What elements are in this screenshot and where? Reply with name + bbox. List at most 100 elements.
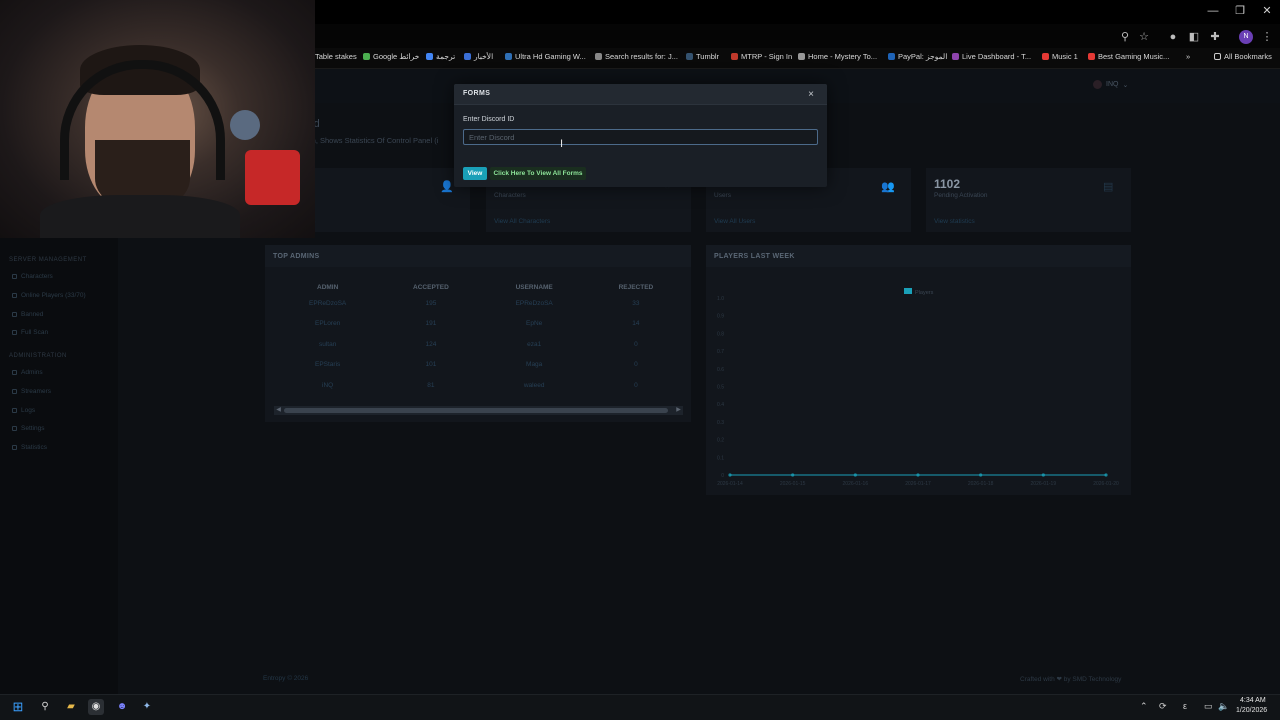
bookmark-item[interactable]: Google خرائط [363, 52, 419, 61]
panel-title: TOP ADMINS [265, 245, 691, 267]
bookmark-item[interactable]: Live Dashboard - T... [952, 52, 1031, 61]
bookmark-item[interactable]: MTRP - Sign In [731, 52, 792, 61]
network-icon[interactable]: ▭ [1204, 701, 1213, 712]
volume-icon[interactable]: 🔈 [1218, 701, 1229, 712]
stat-card-link[interactable]: View statistics [934, 218, 975, 225]
table-cell: 33 [632, 299, 640, 307]
steam-icon[interactable]: ✦ [139, 699, 155, 715]
table-cell: 14 [632, 320, 640, 328]
bookmark-favicon-icon [1088, 53, 1095, 60]
sidebar-item-characters[interactable]: Characters [12, 273, 53, 280]
menu-kebab-icon[interactable]: ⋮ [1260, 30, 1274, 44]
stat-card-label: Pending Activation [934, 192, 988, 199]
sidebar-item-streamers[interactable]: Streamers [12, 388, 51, 395]
close-icon[interactable]: × [805, 89, 817, 101]
table-cell: EpNe [526, 320, 543, 328]
x-tick-label: 2026-01-20 [1093, 481, 1119, 487]
webcam-microphone [245, 150, 300, 205]
table-header: ACCEPTED [413, 283, 449, 291]
sidebar-item-admins[interactable]: Admins [12, 369, 43, 376]
bookmark-label: Live Dashboard - T... [962, 52, 1032, 61]
clock-date[interactable]: 1/20/2026 [1236, 707, 1267, 714]
sidebar-item-statistics[interactable]: Statistics [12, 444, 47, 451]
stat-card-label: Characters [494, 192, 526, 199]
search-icon[interactable]: ⚲ [37, 699, 53, 715]
settings-icon [12, 426, 17, 431]
y-tick-label: 0.1 [717, 455, 724, 461]
user-menu[interactable]: INQ ⌄ [1093, 80, 1128, 89]
bookmark-item[interactable]: Music 1 [1042, 52, 1078, 61]
view-button[interactable]: View [463, 167, 487, 180]
table-cell: 101 [425, 361, 437, 369]
x-tick-label: 2026-01-15 [780, 481, 806, 487]
bookmark-item[interactable]: Home - Mystery To... [798, 52, 877, 61]
legend-swatch [904, 288, 912, 294]
language-icon[interactable]: ε [1183, 701, 1187, 711]
restore-icon[interactable]: ❐ [1233, 4, 1247, 18]
search-icon[interactable]: ⚲ [1118, 30, 1132, 44]
scroll-right-icon[interactable]: ▶ [674, 406, 683, 415]
sidebar-item-logs[interactable]: Logs [12, 407, 35, 414]
statistics-icon [12, 445, 17, 450]
file-explorer-icon[interactable]: ▰ [63, 699, 79, 715]
table-row: iNQ 81 waleed 0 [275, 375, 685, 396]
sidebar-heading-server-management: SERVER MANAGEMENT [9, 257, 87, 263]
bar-chart-icon: ▤ [1103, 181, 1114, 193]
bookmark-item[interactable]: الأخبار [464, 52, 493, 61]
bookmark-item[interactable]: Best Gaming Music... [1088, 52, 1169, 61]
table-cell: EPStaris [315, 361, 341, 369]
chrome-icon[interactable]: ◉ [88, 699, 104, 715]
bookmark-label: ترجمة [436, 52, 456, 61]
bookmark-favicon-icon [464, 53, 471, 60]
stat-card-link[interactable]: View All Users [714, 218, 755, 225]
data-point [979, 473, 983, 477]
x-tick-label: 2026-01-14 [717, 481, 743, 487]
text-cursor-icon: I [560, 138, 564, 150]
discord-id-input[interactable] [463, 129, 818, 145]
stat-card-link[interactable]: View All Characters [494, 218, 550, 225]
table-header: REJECTED [618, 283, 654, 291]
star-icon[interactable]: ☆ [1137, 30, 1151, 44]
table-cell: waleed [523, 381, 545, 389]
table-cell: Maga [526, 361, 543, 369]
view-all-forms-button[interactable]: Click Here To View All Forms [490, 167, 586, 180]
profile-avatar-icon[interactable]: N [1239, 30, 1253, 44]
sidebar-item-full-scan[interactable]: Full Scan [12, 329, 48, 336]
table-row: sultan 124 eza1 0 [275, 334, 685, 355]
bookmark-item[interactable]: Ultra Hd Gaming W... [505, 52, 586, 61]
all-bookmarks-button[interactable]: All Bookmarks [1214, 52, 1272, 61]
puzzle-icon[interactable]: ✚ [1208, 30, 1222, 44]
bookmark-item[interactable]: ترجمة [426, 52, 455, 61]
extension-icon[interactable]: ● [1166, 30, 1180, 44]
sync-icon[interactable]: ⟳ [1159, 701, 1167, 712]
bookmark-item[interactable]: PayPal: الموجز [888, 52, 947, 61]
bookmark-label: Ultra Hd Gaming W... [515, 52, 586, 61]
footer-credit: Crafted with ❤ by SMD Technology [1020, 676, 1122, 683]
sidebar-item-banned[interactable]: Banned [12, 311, 43, 318]
bookmark-item[interactable]: Table stakes [315, 52, 357, 61]
footer-copyright: Entropy © 2026 [263, 675, 309, 682]
scrollbar-thumb[interactable] [284, 408, 668, 413]
scroll-left-icon[interactable]: ◀ [274, 406, 283, 415]
players-icon [12, 293, 17, 298]
table-cell: 81 [427, 381, 435, 389]
stat-card-value: 1102 [934, 177, 961, 191]
table-cell: 195 [425, 299, 437, 307]
minimize-icon[interactable]: — [1206, 4, 1220, 18]
discord-icon[interactable]: ☻ [114, 699, 130, 715]
windows-start-icon[interactable]: ⊞ [10, 699, 26, 715]
bookmark-item[interactable]: Tumblr [686, 52, 719, 61]
legend-label: Players [915, 290, 934, 296]
ban-icon [12, 312, 17, 317]
table-cell: iNQ [322, 381, 334, 389]
sidebar-item-online-players[interactable]: Online Players (33/70) [12, 292, 86, 299]
bookmark-label: MTRP - Sign In [741, 52, 793, 61]
y-tick-label: 0.9 [717, 314, 724, 320]
bookmarks-overflow-icon[interactable]: » [1186, 52, 1190, 61]
close-window-icon[interactable]: ✕ [1260, 4, 1274, 18]
extension-icon[interactable]: ◧ [1187, 30, 1201, 44]
tray-overflow-icon[interactable]: ⌃ [1140, 701, 1148, 712]
bookmark-item[interactable]: Search results for: J... [595, 52, 678, 61]
clock-time[interactable]: 4:34 AM [1240, 697, 1266, 704]
sidebar-item-settings[interactable]: Settings [12, 425, 45, 432]
